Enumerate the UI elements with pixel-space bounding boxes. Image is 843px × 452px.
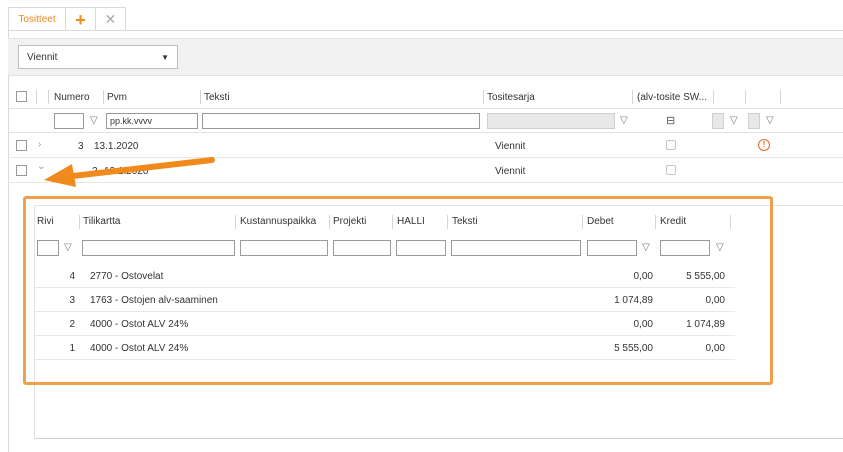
- column-filter-input[interactable]: [748, 113, 760, 129]
- tositesarja-filter-select[interactable]: [487, 113, 615, 129]
- column-header-pvm[interactable]: Pvm: [107, 92, 127, 103]
- teksti-filter-input[interactable]: [202, 113, 480, 129]
- column-separator: [745, 90, 746, 104]
- column-filter-input[interactable]: [712, 113, 724, 129]
- warning-icon[interactable]: !: [758, 139, 770, 151]
- grid-header: Numero Pvm Teksti Tositesarja (alv-tosit…: [8, 83, 843, 109]
- cell-numero: 3: [78, 141, 84, 152]
- view-select-value: Viennit: [27, 51, 58, 63]
- column-header-numero[interactable]: Numero: [54, 92, 90, 103]
- select-all-checkbox[interactable]: [16, 91, 27, 102]
- annotation-highlight-box: [23, 196, 773, 385]
- column-separator: [632, 90, 633, 104]
- toolbar: Viennit ▼: [8, 38, 843, 76]
- tab-divider: [8, 30, 843, 31]
- numero-filter-input[interactable]: [54, 113, 84, 129]
- row-checkbox[interactable]: [16, 165, 27, 176]
- column-header-teksti[interactable]: Teksti: [204, 92, 230, 103]
- alv-tosite-checkbox[interactable]: [666, 165, 676, 175]
- checkbox-filter-icon[interactable]: ⊟: [666, 114, 675, 127]
- column-separator: [36, 90, 37, 104]
- alv-tosite-checkbox[interactable]: [666, 140, 676, 150]
- chevron-down-icon: ▼: [161, 52, 169, 62]
- column-separator: [48, 90, 49, 104]
- column-separator: [483, 90, 484, 104]
- view-select[interactable]: Viennit ▼: [18, 45, 178, 69]
- column-separator: [780, 90, 781, 104]
- column-separator: [713, 90, 714, 104]
- filter-icon[interactable]: ▽: [730, 115, 738, 126]
- column-header-alv-tosite[interactable]: (alv-tosite SW...: [637, 92, 707, 103]
- filter-icon[interactable]: ▽: [766, 115, 774, 126]
- grid-filter-row: ▽ pp.kk.vvvv ▽ ⊟ ▽ ▽: [8, 109, 843, 133]
- pvm-filter-placeholder: pp.kk.vvvv: [110, 116, 153, 126]
- tab-tositteet[interactable]: Tositteet: [8, 7, 66, 31]
- filter-icon[interactable]: ▽: [620, 115, 628, 126]
- cell-tositesarja: Viennit: [495, 141, 526, 152]
- expand-chevron-icon[interactable]: ›: [38, 139, 41, 150]
- column-header-tositesarja[interactable]: Tositesarja: [487, 92, 535, 103]
- filter-icon[interactable]: ▽: [90, 115, 98, 126]
- column-separator: [103, 90, 104, 104]
- tab-bar: Tositteet + ✕: [8, 7, 126, 31]
- pvm-filter-input[interactable]: pp.kk.vvvv: [106, 113, 198, 129]
- close-tab-button[interactable]: ✕: [96, 7, 126, 31]
- cell-pvm: 13.1.2020: [94, 141, 139, 152]
- annotation-arrow-icon: [44, 157, 215, 187]
- cell-tositesarja: Viennit: [495, 166, 526, 177]
- column-separator: [200, 90, 201, 104]
- row-checkbox[interactable]: [16, 140, 27, 151]
- add-tab-button[interactable]: +: [66, 7, 96, 31]
